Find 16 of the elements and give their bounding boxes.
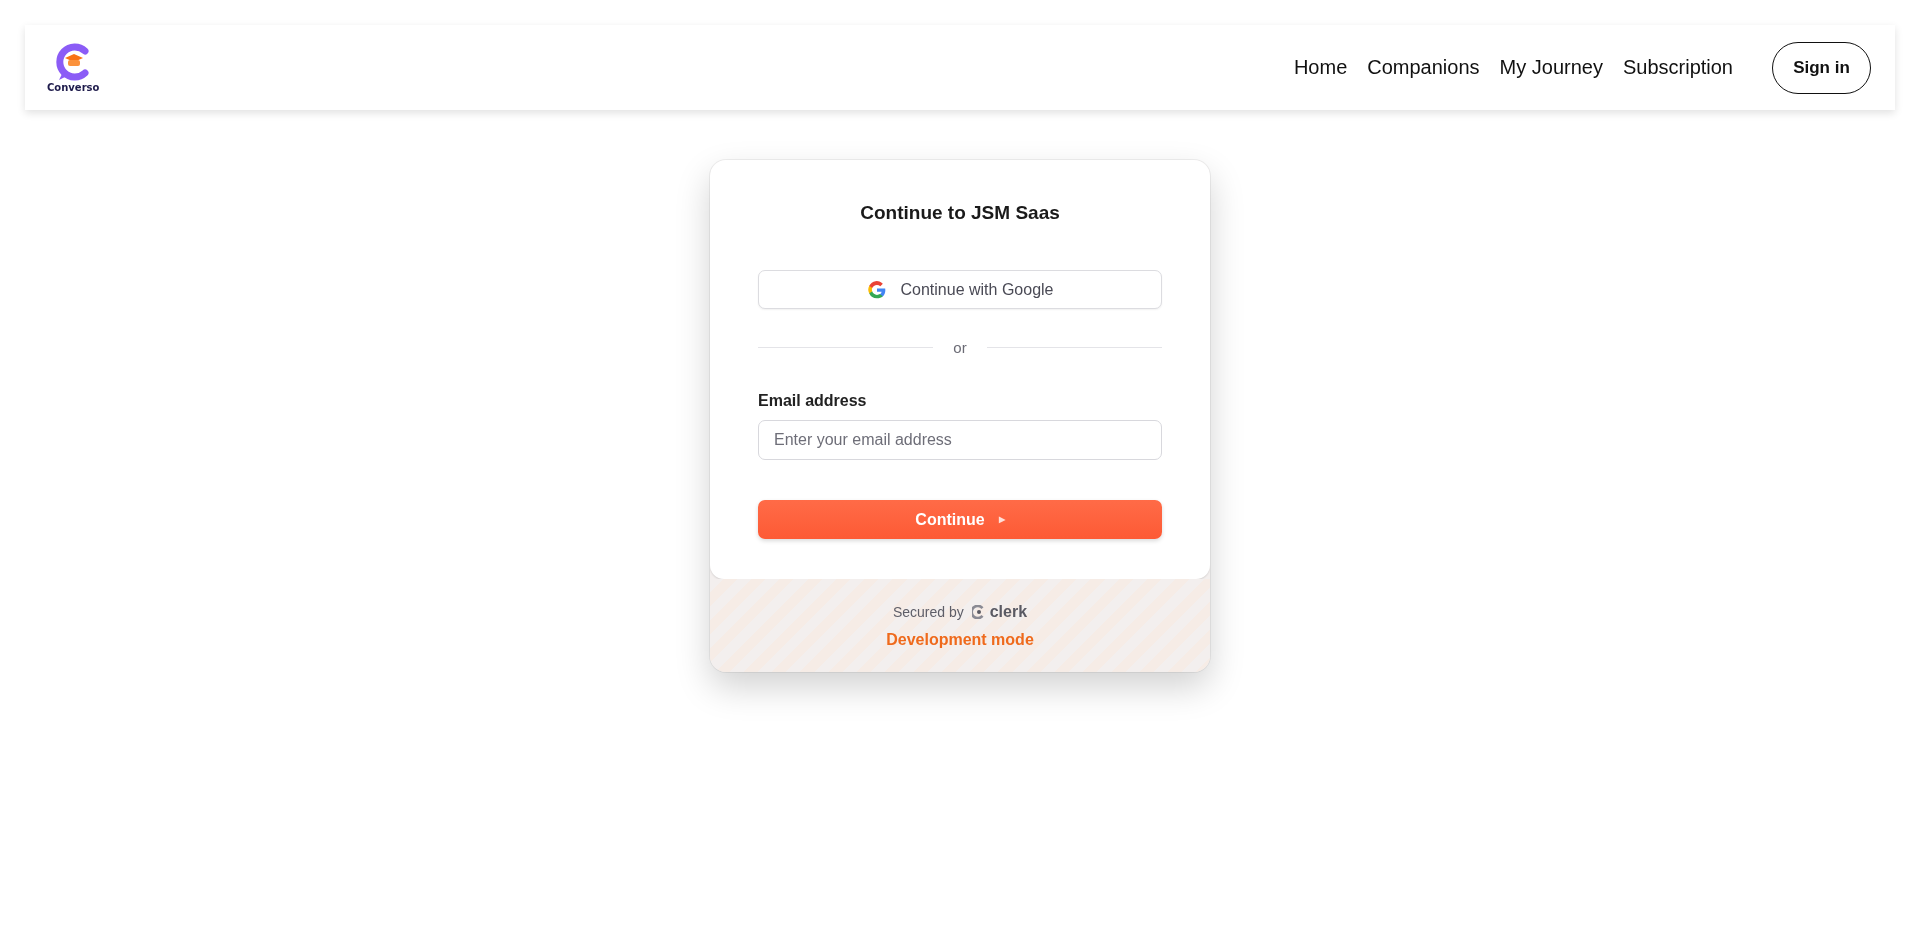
logo-text: Converso bbox=[47, 82, 100, 93]
nav-link[interactable]: My Journey bbox=[1499, 56, 1603, 79]
google-icon bbox=[866, 279, 887, 300]
development-mode-text: Development mode bbox=[886, 630, 1034, 649]
email-field[interactable]: Enter your email address bbox=[758, 420, 1162, 460]
nav-link[interactable]: Companions bbox=[1367, 56, 1480, 79]
nav-link[interactable]: Subscription bbox=[1622, 56, 1733, 79]
divider-text: or bbox=[953, 339, 967, 356]
clerk-wordmark: clerk bbox=[989, 602, 1028, 621]
card-title: Continue to JSM Saas bbox=[859, 202, 1061, 224]
email-label: Email address bbox=[758, 392, 868, 410]
secured-by-text: Secured by bbox=[892, 603, 964, 620]
clerk-logo-icon bbox=[971, 604, 986, 619]
sign-in-button[interactable]: Sign in bbox=[1772, 41, 1871, 94]
nav-link[interactable]: Home bbox=[1293, 56, 1348, 79]
google-button[interactable]: Continue with Google bbox=[758, 270, 1162, 309]
